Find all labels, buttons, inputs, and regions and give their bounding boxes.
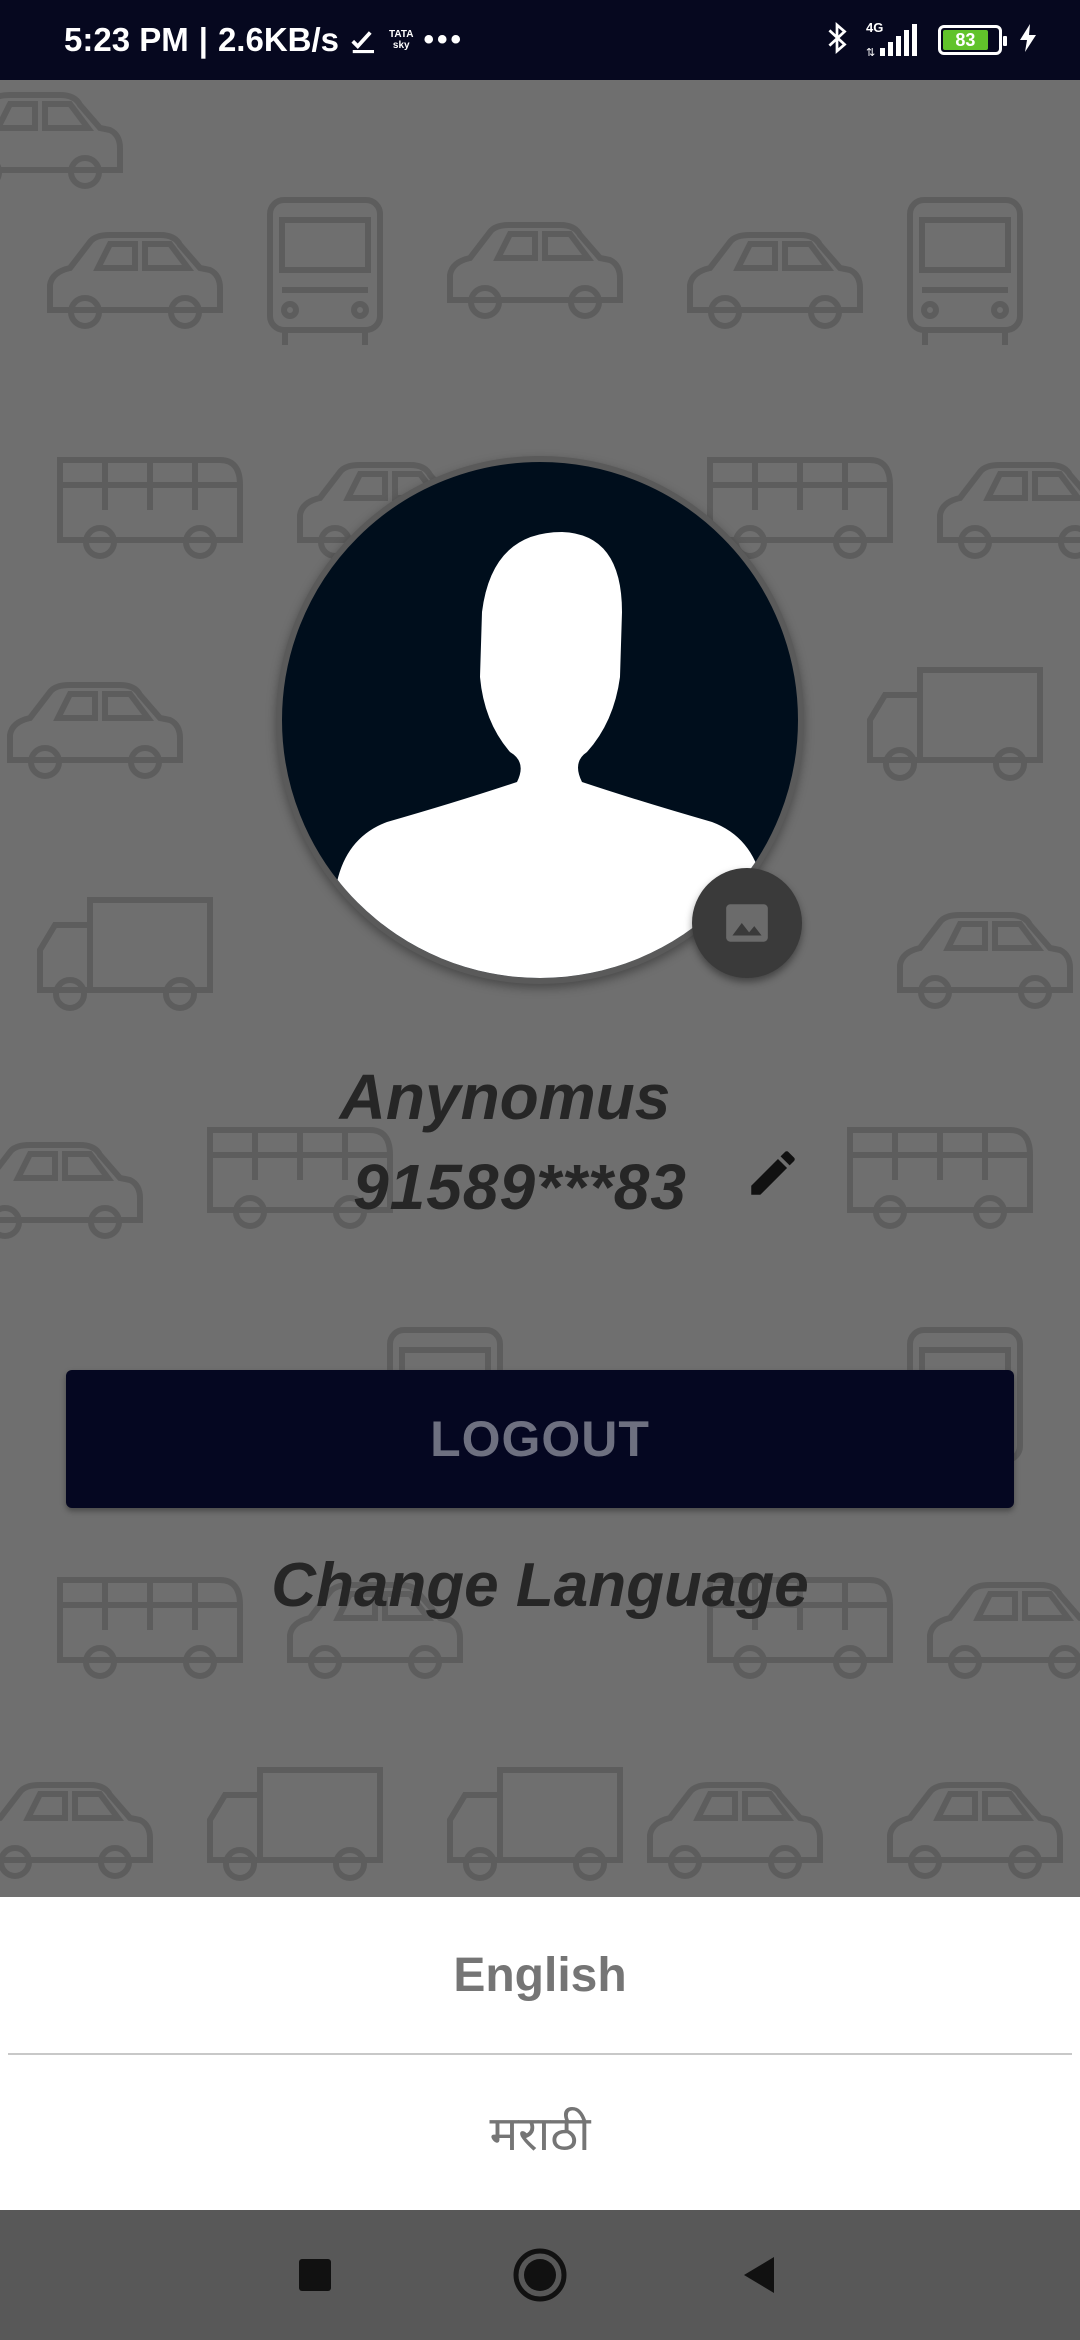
- check-icon: [349, 25, 379, 55]
- change-photo-button[interactable]: [692, 868, 802, 978]
- back-icon: [744, 2257, 774, 2293]
- user-phone: 91589***83: [353, 1151, 687, 1223]
- change-language-link[interactable]: Change Language: [0, 1550, 1080, 1621]
- status-speed: 2.6KB/s: [217, 21, 340, 58]
- charging-icon: [1016, 22, 1040, 59]
- status-time: 5:23 PM: [64, 21, 189, 58]
- status-bar: 5:23 PM | 2.6KB/s TATA sky ••• 4G ⇅ 83: [0, 0, 1080, 80]
- logout-button[interactable]: LOGOUT: [66, 1370, 1014, 1508]
- svg-text:⇅: ⇅: [866, 47, 875, 59]
- status-right: 4G ⇅ 83: [824, 0, 1040, 80]
- carrier-logo: TATA sky: [389, 29, 413, 51]
- carrier-logo-top: TATA: [389, 29, 414, 40]
- status-separator: |: [198, 21, 208, 58]
- language-option-english[interactable]: English: [0, 1897, 1080, 2053]
- bluetooth-icon: [824, 20, 850, 61]
- navigation-bar: [0, 2210, 1080, 2340]
- battery-level: 83: [943, 30, 988, 50]
- home-button[interactable]: [480, 2210, 600, 2340]
- battery-icon: 83: [938, 25, 1007, 55]
- status-left: 5:23 PM | 2.6KB/s TATA sky •••: [64, 0, 464, 80]
- user-name: Anynomus: [339, 1061, 671, 1133]
- recent-apps-icon: [299, 2259, 331, 2291]
- back-button[interactable]: [700, 2210, 820, 2340]
- image-icon: [726, 904, 768, 942]
- vehicle-pattern-background: [0, 80, 1080, 1897]
- more-notifications-icon: •••: [423, 23, 464, 56]
- home-icon: [513, 2248, 567, 2302]
- language-option-marathi[interactable]: मराठी: [0, 2055, 1080, 2210]
- signal-icon: 4G ⇅: [864, 20, 924, 60]
- language-bottom-sheet: English मराठी: [0, 1897, 1080, 2210]
- carrier-logo-bottom: sky: [392, 40, 410, 51]
- recent-apps-button[interactable]: [255, 2210, 375, 2340]
- profile-screen: [0, 80, 1080, 1897]
